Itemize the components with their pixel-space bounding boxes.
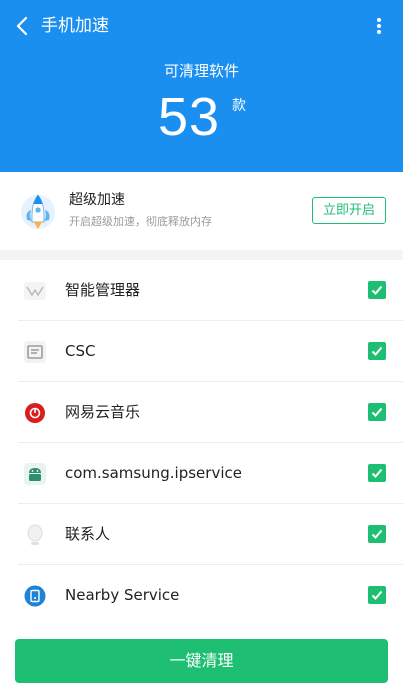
checkmark-icon xyxy=(371,468,383,478)
checkbox[interactable] xyxy=(368,525,386,543)
enable-boost-button[interactable]: 立即开启 xyxy=(312,197,386,224)
cleanable-apps-label: 可清理软件 xyxy=(163,62,239,80)
one-click-clean-button[interactable]: 一键清理 xyxy=(15,639,388,683)
more-dot-icon xyxy=(377,30,381,34)
back-arrow-icon xyxy=(16,16,28,36)
count-unit: 款 xyxy=(232,98,246,114)
top-bar: 手机加速 xyxy=(0,0,403,52)
smart-manager-icon xyxy=(24,282,46,300)
app-name: 网易云音乐 xyxy=(65,403,141,421)
section-divider xyxy=(0,250,403,260)
cleanable-apps-count: 53 xyxy=(157,87,221,147)
checkbox[interactable] xyxy=(368,342,386,360)
checkmark-icon xyxy=(371,529,383,539)
app-name: CSC xyxy=(65,342,96,360)
checkbox[interactable] xyxy=(368,403,386,421)
more-dot-icon xyxy=(377,24,381,28)
checkmark-icon xyxy=(371,346,383,356)
header: 手机加速 可清理软件 53 款 xyxy=(0,0,403,172)
super-boost-card: 超级加速 开启超级加速，彻底释放内存 立即开启 xyxy=(0,172,403,250)
checkbox[interactable] xyxy=(368,586,386,604)
list-item[interactable]: Nearby Service xyxy=(0,565,403,626)
contacts-icon xyxy=(27,524,43,545)
back-button[interactable] xyxy=(10,12,38,40)
csc-icon xyxy=(24,341,46,363)
android-icon xyxy=(24,463,46,485)
boost-title: 超级加速 xyxy=(69,192,125,208)
more-dot-icon xyxy=(377,18,381,22)
page-title: 手机加速 xyxy=(41,16,109,36)
app-name: com.samsung.ipservice xyxy=(65,464,242,482)
app-name: 联系人 xyxy=(65,525,111,543)
nearby-service-icon xyxy=(24,585,46,607)
more-menu-button[interactable] xyxy=(366,12,392,40)
rocket-icon xyxy=(21,194,55,229)
list-item[interactable]: 智能管理器 xyxy=(0,260,403,321)
list-item[interactable]: com.samsung.ipservice xyxy=(0,443,403,504)
app-name: 智能管理器 xyxy=(65,281,141,299)
checkmark-icon xyxy=(371,407,383,417)
checkbox[interactable] xyxy=(368,464,386,482)
boost-description: 开启超级加速，彻底释放内存 xyxy=(69,215,212,228)
list-item[interactable]: 网易云音乐 xyxy=(0,382,403,443)
netease-music-icon xyxy=(24,402,46,424)
checkbox[interactable] xyxy=(368,281,386,299)
checkmark-icon xyxy=(371,590,383,600)
checkmark-icon xyxy=(371,285,383,295)
list-item[interactable]: 联系人 xyxy=(0,504,403,565)
list-item[interactable]: CSC xyxy=(0,321,403,382)
app-name: Nearby Service xyxy=(65,586,180,604)
